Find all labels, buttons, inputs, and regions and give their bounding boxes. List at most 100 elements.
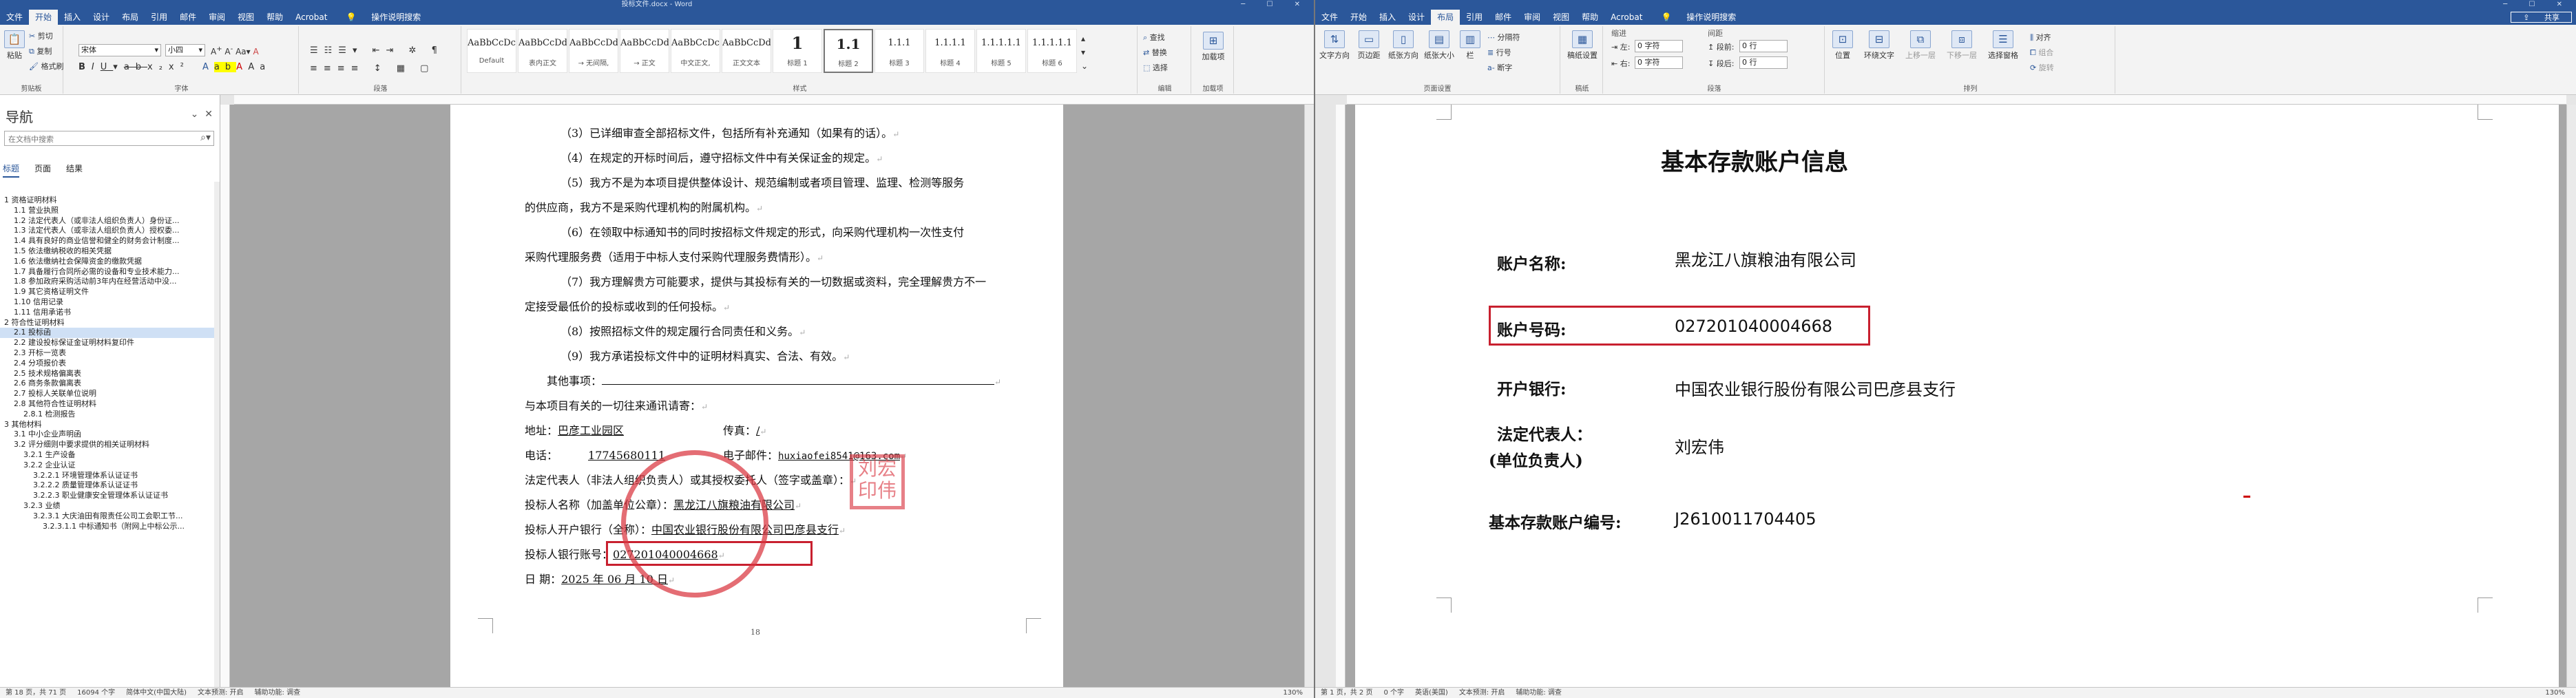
nav-heading-item[interactable]: 1.5 依法缴纳税收的相关凭据 <box>0 246 214 257</box>
nav-heading-item[interactable]: 1.9 其它资格证明文件 <box>0 287 214 297</box>
status-page[interactable]: 第 1 页，共 2 页 <box>1321 689 1372 697</box>
status-language[interactable]: 英语(美国) <box>1415 689 1448 697</box>
nav-close-button[interactable]: ⌄ ✕ <box>191 109 213 120</box>
tab-help[interactable]: 帮助 <box>260 10 289 25</box>
style-default[interactable]: AaBbCcDc Default <box>467 29 516 73</box>
hyphenation-button[interactable]: a- 断字 <box>1487 62 1512 73</box>
addin-button[interactable]: ⊞ 加载项 <box>1200 32 1227 62</box>
nav-heading-item[interactable]: 1.10 信用记录 <box>0 297 214 308</box>
status-text-predict[interactable]: 文本预测: 开启 <box>198 689 244 697</box>
nav-heading-item[interactable]: 3 其他材料 <box>0 420 214 430</box>
nav-heading-item[interactable]: 2.2 建设投标保证金证明材料复印件 <box>0 338 214 348</box>
style-table-body[interactable]: AaBbCcDd 表内正文 <box>518 29 567 73</box>
font-size-buttons[interactable]: A+ A- Aa▾ A <box>211 45 259 56</box>
nav-heading-item[interactable]: 3.2.2.3 职业健康安全管理体系认证证书 <box>0 491 214 501</box>
nav-heading-item[interactable]: 1.1 营业执照 <box>0 206 214 216</box>
text-direction-button[interactable]: ⇅ 文字方向 <box>1318 30 1351 61</box>
tab-design[interactable]: 设计 <box>87 10 116 25</box>
tab-design[interactable]: 设计 <box>1402 10 1431 25</box>
status-zoom[interactable]: 130% <box>1283 688 1303 698</box>
style-no-spacing[interactable]: AaBbCcDd → 无间隔, <box>569 29 618 73</box>
status-accessibility[interactable]: 辅助功能: 调查 <box>1516 689 1562 697</box>
format-painter-button[interactable]: 🖌 格式刷 <box>29 61 63 72</box>
tab-home[interactable]: 开始 <box>1344 10 1373 25</box>
nav-scrollbar[interactable] <box>214 182 220 687</box>
styles-scroll[interactable]: ▴ ▾ ⌄ <box>1081 32 1088 73</box>
selection-pane-button[interactable]: ☰ 选择窗格 <box>1985 30 2022 61</box>
status-accessibility[interactable]: 辅助功能: 调查 <box>255 689 301 697</box>
align-buttons[interactable]: ≡≡≡≡ ↕ ▦ ▢ <box>310 63 434 74</box>
indent-left-input[interactable]: 0 字符 <box>1635 40 1683 52</box>
document-page[interactable]: （3）已详细审查全部招标文件，包括所有补充通知（如果有的话）。↵ （4）在规定的… <box>450 105 1063 687</box>
font-color-buttons[interactable]: AabAAa <box>202 62 271 72</box>
tab-insert[interactable]: 插入 <box>1373 10 1402 25</box>
style-heading-3[interactable]: 1.1.1 标题 3 <box>875 29 924 73</box>
bring-forward-button[interactable]: ⧉ 上移一层 <box>1902 30 1939 61</box>
vertical-ruler[interactable] <box>220 105 230 687</box>
nav-tab-results[interactable]: 结果 <box>66 162 83 176</box>
tab-layout[interactable]: 布局 <box>1431 10 1460 25</box>
tab-references[interactable]: 引用 <box>1460 10 1489 25</box>
nav-heading-item[interactable]: 3.2.3.1.1 中标通知书（附网上中标公示... <box>0 522 214 532</box>
nav-heading-item[interactable]: 1.3 法定代表人（或非法人组织负责人）授权委... <box>0 226 214 236</box>
nav-heading-item[interactable]: 3.2.1 生产设备 <box>0 450 214 461</box>
share-button[interactable]: ⇪ 共享 <box>2511 12 2572 23</box>
nav-heading-item[interactable]: 3.2.3 业绩 <box>0 501 214 511</box>
status-language[interactable]: 简体中文(中国大陆) <box>126 689 187 697</box>
font-name-combo[interactable]: 宋体 ▾ <box>78 44 161 56</box>
nav-heading-item[interactable]: 3.2.2 企业认证 <box>0 461 214 471</box>
tab-acrobat[interactable]: Acrobat <box>1604 10 1648 25</box>
tab-acrobat[interactable]: Acrobat <box>289 10 333 25</box>
nav-heading-item[interactable]: 2.7 投标人关联单位说明 <box>0 389 214 399</box>
style-heading-5[interactable]: 1.1.1.1.1 标题 5 <box>976 29 1026 73</box>
status-words[interactable]: 0 个字 <box>1383 689 1404 697</box>
spacing-after-input[interactable]: 0 行 <box>1739 56 1788 69</box>
draft-paper-button[interactable]: ▦ 稿纸设置 <box>1567 30 1598 61</box>
nav-heading-item[interactable]: 1.2 法定代表人（或非法人组织负责人）身份证... <box>0 216 214 226</box>
tab-file[interactable]: 文件 <box>0 10 29 25</box>
document-page[interactable]: 基本存款账户信息 账户名称: 黑龙江八旗粮油有限公司 账户号码: 0272010… <box>1355 105 2559 687</box>
nav-heading-item[interactable]: 3.2.2.1 环境管理体系认证证书 <box>0 471 214 481</box>
nav-heading-item[interactable]: 3.2.2.2 质量管理体系认证证书 <box>0 480 214 491</box>
copy-button[interactable]: ⧉ 复制 <box>29 45 52 56</box>
nav-search-input[interactable]: 在文档中搜索 ⌕▾ <box>4 131 214 146</box>
send-backward-button[interactable]: ⧈ 下移一层 <box>1943 30 1980 61</box>
style-chinese-body[interactable]: AaBbCcDc 中文正文, <box>671 29 720 73</box>
tab-help[interactable]: 帮助 <box>1575 10 1604 25</box>
tab-view[interactable]: 视图 <box>1547 10 1575 25</box>
cut-button[interactable]: ✂ 剪切 <box>29 30 53 41</box>
group-button[interactable]: ⧠ 组合 <box>2030 47 2053 58</box>
rotate-button[interactable]: ⟳ 旋转 <box>2030 62 2054 73</box>
nav-heading-item[interactable]: 1 资格证明材料 <box>0 195 214 206</box>
nav-heading-item[interactable]: 2.8.1 检测报告 <box>0 410 214 420</box>
window-controls[interactable]: ─ ☐ ✕ <box>1241 0 1310 10</box>
nav-heading-item[interactable]: 1.8 参加政府采购活动前3年内在经营活动中没... <box>0 277 214 287</box>
status-words[interactable]: 16094 个字 <box>77 689 115 697</box>
nav-heading-item[interactable]: 1.11 信用承诺书 <box>0 308 214 318</box>
nav-heading-item[interactable]: 2.8 其他符合性证明材料 <box>0 399 214 410</box>
replace-button[interactable]: ⇄ 替换 <box>1143 47 1167 58</box>
select-button[interactable]: ⬚ 选择 <box>1143 62 1168 73</box>
tab-review[interactable]: 审阅 <box>1518 10 1547 25</box>
tab-insert[interactable]: 插入 <box>58 10 87 25</box>
tell-me-search[interactable]: 💡 操作说明搜索 <box>333 10 433 25</box>
spacing-before-input[interactable]: 0 行 <box>1739 40 1788 52</box>
style-normal[interactable]: AaBbCcDd → 正文 <box>620 29 669 73</box>
orientation-button[interactable]: ▯ 纸张方向 <box>1387 30 1420 61</box>
font-size-combo[interactable]: 小四 ▾ <box>165 44 205 56</box>
size-button[interactable]: ▤ 纸张大小 <box>1423 30 1456 61</box>
style-heading-6[interactable]: 1.1.1.1.1 标题 6 <box>1027 29 1077 73</box>
nav-heading-item[interactable]: 3.1 中小企业声明函 <box>0 430 214 440</box>
status-page[interactable]: 第 18 页，共 71 页 <box>6 689 66 697</box>
vertical-ruler[interactable] <box>1336 105 1345 687</box>
style-body-text[interactable]: AaBbCcDd 正文文本 <box>722 29 771 73</box>
align-button[interactable]: ⫼ 对齐 <box>2030 32 2051 43</box>
nav-heading-item[interactable]: 2.3 开标一览表 <box>0 348 214 359</box>
indent-right-input[interactable]: 0 字符 <box>1635 56 1683 69</box>
right-vertical-scrollbar[interactable] <box>2566 105 2576 687</box>
tab-view[interactable]: 视图 <box>231 10 260 25</box>
line-numbers-button[interactable]: ≣ 行号 <box>1487 47 1511 58</box>
tab-review[interactable]: 审阅 <box>202 10 231 25</box>
nav-heading-item[interactable]: 1.7 具备履行合同所必需的设备和专业技术能力... <box>0 267 214 277</box>
tell-me-search[interactable]: 💡 操作说明搜索 <box>1648 10 1748 25</box>
